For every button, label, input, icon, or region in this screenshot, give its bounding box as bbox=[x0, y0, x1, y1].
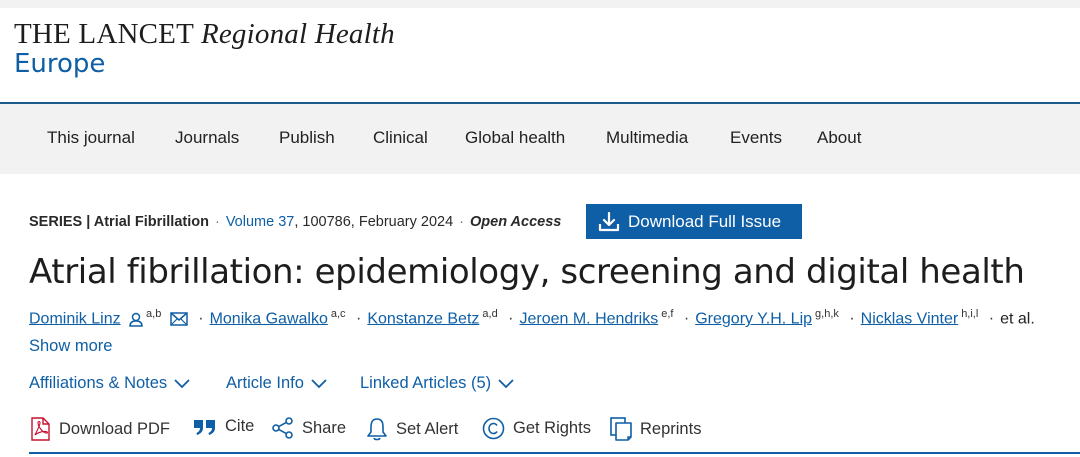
download-full-issue-label: Download Full Issue bbox=[628, 211, 782, 231]
author-link[interactable]: Jeroen M. Hendriks bbox=[519, 310, 658, 327]
article-meta: SERIES | Atrial Fibrillation · Volume 37, … bbox=[29, 214, 561, 230]
pdf-icon bbox=[31, 417, 50, 441]
author-separator: · bbox=[198, 310, 204, 328]
article-title: Atrial fibrillation: epidemiology, scree… bbox=[29, 252, 1025, 292]
share-button[interactable]: Share bbox=[272, 417, 346, 439]
author-affiliation-sup: e,f bbox=[661, 308, 674, 320]
meta-separator: · bbox=[459, 214, 464, 230]
author-link[interactable]: Monika Gawalko bbox=[210, 310, 328, 327]
person-icon[interactable] bbox=[129, 312, 143, 327]
author-affiliation-sup: h,i,l bbox=[961, 308, 979, 320]
et-al-label: et al. bbox=[1000, 310, 1035, 328]
quote-icon bbox=[194, 419, 215, 435]
reprints-button[interactable]: Reprints bbox=[610, 417, 701, 441]
share-label: Share bbox=[302, 418, 347, 437]
nav-item-publish[interactable]: Publish bbox=[279, 128, 335, 148]
author-affiliation-sup: a,d bbox=[482, 308, 498, 320]
nav-item-about[interactable]: About bbox=[817, 128, 861, 148]
download-icon bbox=[598, 211, 620, 231]
meta-separator: · bbox=[214, 214, 220, 230]
article-info-label: Article Info bbox=[226, 374, 304, 392]
get-rights-label: Get Rights bbox=[513, 419, 591, 437]
download-pdf-label: Download PDF bbox=[59, 419, 170, 438]
logo-subtitle: Regional Health bbox=[200, 18, 395, 50]
nav-item-events[interactable]: Events bbox=[730, 128, 782, 148]
linked-articles-expander[interactable]: Linked Articles (5) bbox=[360, 374, 514, 393]
linked-articles-label: Linked Articles (5) bbox=[360, 374, 492, 392]
author-link[interactable]: Gregory Y.H. Lip bbox=[695, 310, 812, 327]
copyright-icon bbox=[482, 417, 505, 440]
download-pdf-button[interactable]: Download PDF bbox=[29, 417, 170, 441]
download-full-issue-button[interactable]: Download Full Issue bbox=[586, 204, 802, 239]
bell-icon bbox=[367, 418, 387, 441]
open-access-label: Open Access bbox=[470, 214, 562, 230]
volume-link[interactable]: Volume 37 bbox=[226, 214, 295, 230]
article-info-expander[interactable]: Article Info bbox=[226, 374, 327, 393]
email-icon[interactable] bbox=[170, 312, 188, 326]
author-affiliation-sup: a,b bbox=[146, 308, 162, 320]
author-link[interactable]: Konstanze Betz bbox=[367, 310, 479, 327]
reprints-label: Reprints bbox=[640, 419, 702, 438]
show-more-button[interactable]: Show more bbox=[29, 337, 112, 356]
journal-logo[interactable]: THE LANCET Regional Health Europe bbox=[14, 18, 395, 79]
author-separator: · bbox=[849, 310, 855, 328]
author-list: Dominik Linz a,b · Monika Gawalko a,c · Kon… bbox=[29, 308, 1035, 328]
chevron-down-icon bbox=[311, 378, 327, 388]
reprints-icon bbox=[610, 417, 632, 441]
share-icon bbox=[272, 417, 293, 439]
nav-item-global-health[interactable]: Global health bbox=[465, 128, 565, 148]
main-nav: This journal Journals Publish Clinical G… bbox=[0, 104, 1080, 174]
author-affiliation-sup: a,c bbox=[330, 308, 346, 320]
author-separator: · bbox=[988, 310, 995, 328]
author-link[interactable]: Dominik Linz bbox=[29, 310, 121, 327]
series-label[interactable]: SERIES | Atrial Fibrillation bbox=[29, 214, 209, 230]
top-strip bbox=[0, 0, 1080, 8]
nav-item-clinical[interactable]: Clinical bbox=[373, 128, 428, 148]
author-separator: · bbox=[683, 310, 690, 328]
nav-item-journals[interactable]: Journals bbox=[175, 128, 239, 148]
volume-details: , 100786, February 2024 bbox=[294, 214, 454, 230]
cite-label: Cite bbox=[225, 417, 255, 435]
author-separator: · bbox=[508, 310, 514, 328]
author-separator: · bbox=[356, 310, 362, 328]
cite-button[interactable]: Cite bbox=[193, 417, 254, 436]
toolbar-divider bbox=[29, 452, 1080, 454]
chevron-down-icon bbox=[498, 378, 514, 388]
logo-region: Europe bbox=[14, 49, 106, 79]
chevron-down-icon bbox=[174, 378, 190, 388]
set-alert-button[interactable]: Set Alert bbox=[366, 417, 458, 441]
affiliations-label: Affiliations & Notes bbox=[29, 374, 168, 392]
author-link[interactable]: Nicklas Vinter bbox=[861, 310, 959, 327]
logo-title: THE LANCET Regional Health bbox=[14, 18, 395, 51]
author-affiliation-sup: g,h,k bbox=[815, 308, 839, 320]
affiliations-expander[interactable]: Affiliations & Notes bbox=[29, 374, 190, 393]
nav-item-multimedia[interactable]: Multimedia bbox=[606, 128, 688, 148]
get-rights-button[interactable]: Get Rights bbox=[482, 417, 591, 440]
nav-item-this-journal[interactable]: This journal bbox=[47, 128, 135, 148]
logo-brand: THE LANCET bbox=[14, 18, 194, 50]
set-alert-label: Set Alert bbox=[396, 419, 459, 438]
